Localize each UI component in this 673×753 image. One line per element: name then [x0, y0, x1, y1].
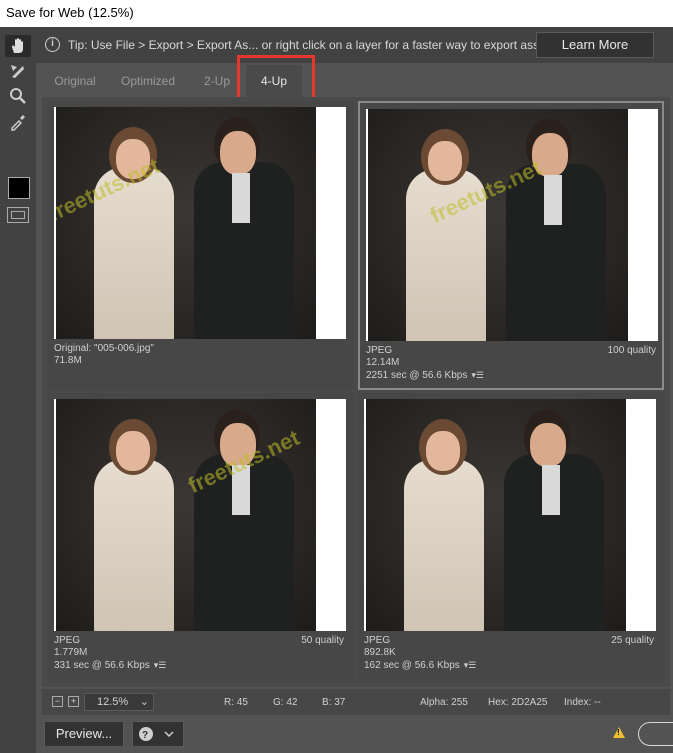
warning-icon: !: [613, 727, 625, 738]
tab-original[interactable]: Original: [42, 65, 108, 97]
photo: freetuts.net: [54, 107, 316, 339]
readout-index: Index: --: [564, 697, 601, 708]
status-bar: − + 12.5% ⌄ R: 45 G: 42 B: 37 Alpha: 255…: [42, 689, 670, 715]
info-icon: i: [45, 37, 60, 52]
zoom-in-button[interactable]: +: [68, 696, 79, 707]
pane-caption: 50 quality JPEG 1.779M 331 sec @ 56.6 Kb…: [54, 635, 346, 672]
save-button[interactable]: [638, 722, 673, 746]
toggle-slices-icon[interactable]: [7, 207, 29, 223]
eyedropper-color-swatch[interactable]: [8, 177, 30, 199]
download-speed-menu-icon[interactable]: ▾☰: [471, 370, 484, 380]
download-speed-menu-icon[interactable]: ▾☰: [464, 660, 477, 670]
caption-line2: 12.14M: [366, 357, 400, 368]
photo: [364, 399, 626, 631]
zoom-level-value: 12.5%: [97, 696, 129, 708]
caption-line2: 1.779M: [54, 647, 88, 658]
readout-b: B: 37: [322, 697, 346, 708]
pane-caption: Original: "005-006.jpg" 71.8M: [54, 343, 346, 367]
image-left-edge: [366, 109, 368, 341]
preview-pane-optimized-1[interactable]: freetuts.net 100 quality JPEG 12.14M 225…: [358, 101, 664, 390]
tip-text: Tip: Use File > Export > Export As... or…: [68, 38, 556, 52]
readout-r: R: 45: [224, 697, 248, 708]
caption-line3: 162 sec @ 56.6 Kbps: [364, 660, 460, 671]
tab-highlight-box: [237, 55, 315, 102]
preview-pane-optimized-3[interactable]: 25 quality JPEG 892.8K 162 sec @ 56.6 Kb…: [358, 393, 664, 682]
slice-select-tool-icon[interactable]: [5, 61, 31, 83]
caption-line3: 331 sec @ 56.6 Kbps: [54, 660, 150, 671]
photo: freetuts.net: [54, 399, 316, 631]
preview-pane-original[interactable]: freetuts.net Original: "005-006.jpg" 71.…: [48, 101, 354, 390]
tab-2-up[interactable]: 2-Up: [192, 65, 242, 97]
browser-select-button[interactable]: ?: [132, 721, 184, 747]
zoom-level-select[interactable]: 12.5% ⌄: [84, 693, 154, 711]
window-title: Save for Web (12.5%): [6, 5, 134, 20]
eyedropper-tool-icon[interactable]: [5, 111, 31, 133]
image-left-edge: [364, 399, 366, 631]
download-speed-menu-icon[interactable]: ▾☰: [154, 660, 167, 670]
preview-image: freetuts.net: [54, 107, 346, 339]
readout-hex: Hex: 2D2A25: [488, 697, 548, 708]
zoom-tool-icon[interactable]: [5, 85, 31, 107]
tab-optimized[interactable]: Optimized: [112, 65, 184, 97]
photo: freetuts.net: [366, 109, 628, 341]
window-titlebar: Save for Web (12.5%): [0, 0, 673, 27]
preview-image: [364, 399, 656, 631]
quality-label: 100 quality: [607, 345, 656, 356]
quality-label: 25 quality: [611, 635, 654, 646]
preview-button[interactable]: Preview...: [44, 721, 124, 747]
chevron-down-icon: ⌄: [139, 696, 149, 708]
pane-caption: 100 quality JPEG 12.14M 2251 sec @ 56.6 …: [366, 345, 658, 382]
caption-line2: 892.8K: [364, 647, 396, 658]
preview-area: freetuts.net Original: "005-006.jpg" 71.…: [42, 97, 670, 687]
caption-line3: 2251 sec @ 56.6 Kbps: [366, 370, 468, 381]
bottom-bar: Preview... ? !: [36, 715, 673, 753]
quality-label: 50 quality: [301, 635, 344, 646]
preview-image: freetuts.net: [54, 399, 346, 631]
svg-text:?: ?: [142, 730, 148, 741]
image-left-edge: [54, 399, 56, 631]
learn-more-button[interactable]: Learn More: [536, 32, 654, 58]
caption-line2: 71.8M: [54, 355, 82, 366]
zoom-out-button[interactable]: −: [52, 696, 63, 707]
tip-bar: i Tip: Use File > Export > Export As... …: [36, 27, 673, 63]
readout-g: G: 42: [273, 697, 298, 708]
hand-tool-icon[interactable]: [5, 35, 31, 57]
image-left-edge: [54, 107, 56, 339]
tools-panel: [0, 27, 36, 753]
preview-pane-optimized-2[interactable]: freetuts.net 50 quality JPEG 1.779M 331 …: [48, 393, 354, 682]
preview-image: freetuts.net: [366, 109, 658, 341]
pane-caption: 25 quality JPEG 892.8K 162 sec @ 56.6 Kb…: [364, 635, 656, 672]
caption-line1: Original: "005-006.jpg": [54, 343, 154, 354]
readout-alpha: Alpha: 255: [420, 697, 468, 708]
